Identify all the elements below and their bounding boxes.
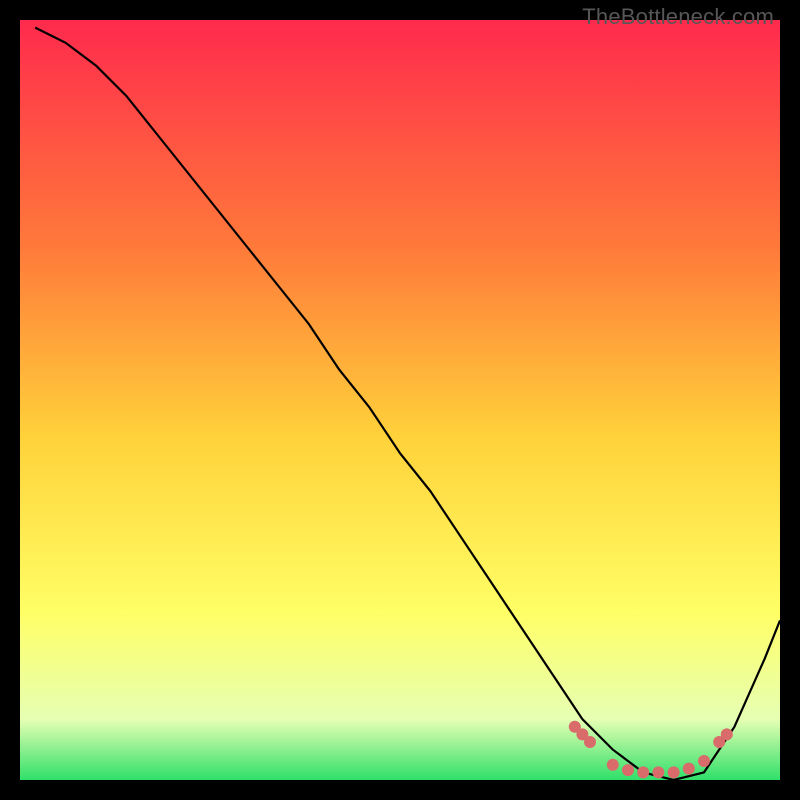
data-point <box>698 755 710 767</box>
gradient-background <box>20 20 780 780</box>
data-point <box>683 763 695 775</box>
watermark-text: TheBottleneck.com <box>582 4 774 30</box>
chart-frame <box>20 20 780 780</box>
data-point <box>622 764 634 776</box>
data-point <box>652 766 664 778</box>
data-point <box>721 728 733 740</box>
data-point <box>584 736 596 748</box>
data-point <box>668 766 680 778</box>
data-point <box>607 759 619 771</box>
chart-svg <box>20 20 780 780</box>
data-point <box>637 766 649 778</box>
